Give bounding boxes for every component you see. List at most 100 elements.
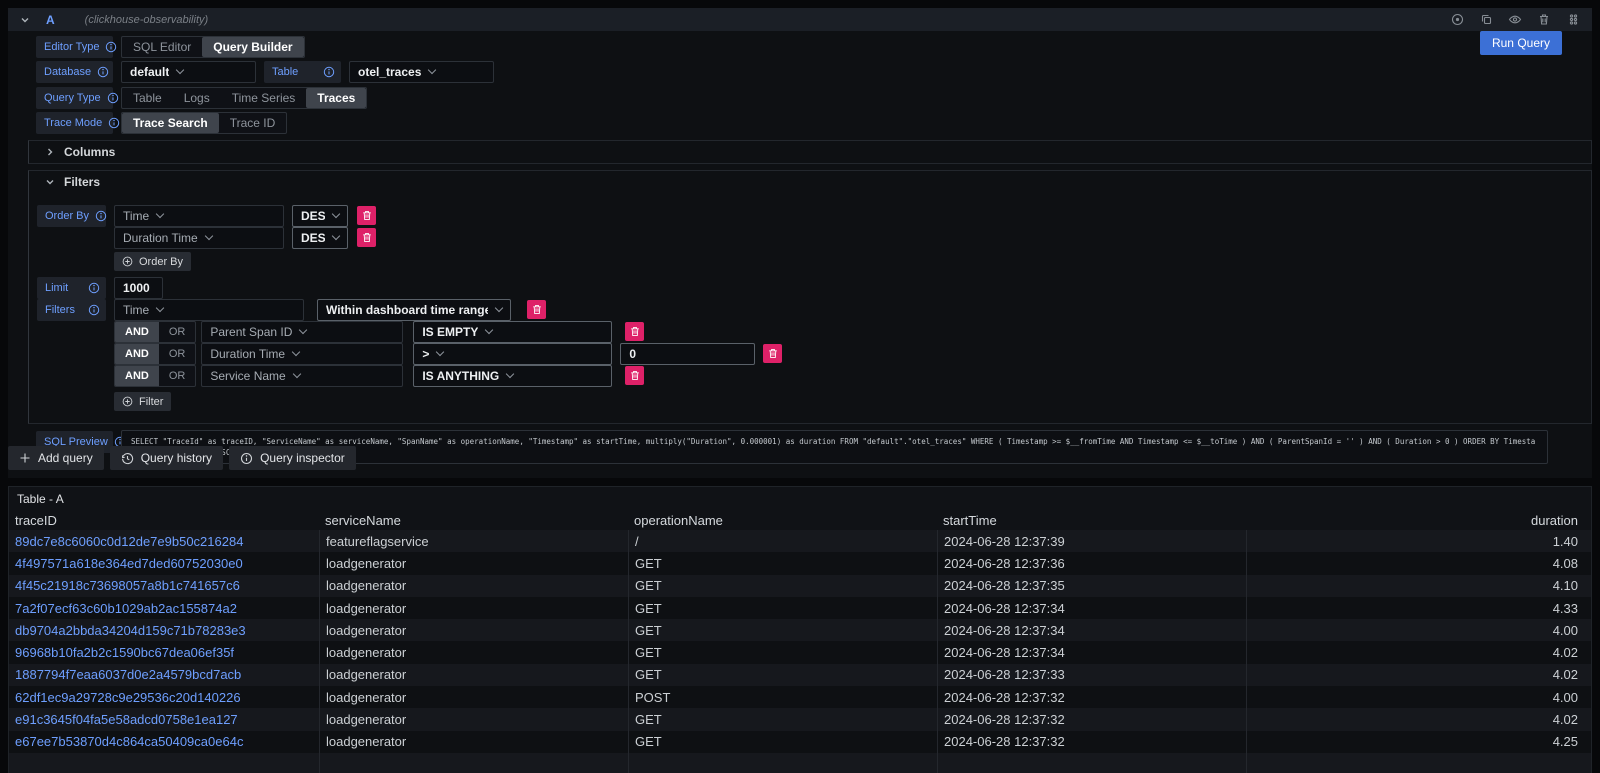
remove-condition-button[interactable] — [763, 344, 782, 363]
or-option[interactable]: OR — [159, 322, 196, 342]
order-by-direction-select[interactable]: DESC — [292, 227, 348, 249]
tab-logs[interactable]: Logs — [173, 88, 221, 108]
or-option[interactable]: OR — [159, 366, 196, 386]
limit-input[interactable] — [114, 277, 163, 299]
table-cell — [937, 753, 1246, 773]
table-cell: 4.00 — [1246, 619, 1591, 641]
trace-id-link[interactable]: 62df1ec9a29728c9e29536c20d140226 — [9, 690, 319, 705]
info-icon[interactable] — [108, 117, 120, 129]
condition-field-select[interactable]: Duration Time — [201, 343, 403, 365]
column-header-traceid[interactable]: traceID — [9, 513, 319, 528]
column-header-servicename[interactable]: serviceName — [319, 513, 628, 528]
condition-field-select[interactable]: Parent Span ID — [201, 321, 403, 343]
info-icon[interactable] — [88, 304, 100, 316]
query-inspector-button[interactable]: Query inspector — [229, 446, 356, 470]
trace-id-link[interactable]: e67ee7b53870d4c864ca50409ca0e64c — [9, 734, 319, 749]
table-row: db9704a2bbda34204d159c71b78283e3loadgene… — [9, 619, 1591, 641]
run-query-button[interactable]: Run Query — [1480, 31, 1562, 55]
table-cell: 2024-06-28 12:37:32 — [937, 686, 1246, 708]
filter-condition-row: AND OR Service Name IS ANYTHING — [114, 365, 1591, 386]
order-by-label-chip: Order By — [37, 205, 106, 227]
condition-operator-select[interactable]: > — [413, 343, 612, 365]
table-label-chip: Table — [264, 61, 341, 83]
and-option[interactable]: AND — [115, 322, 159, 342]
filters-section-header[interactable]: Filters — [29, 171, 1591, 193]
drag-handle-icon[interactable] — [1566, 13, 1580, 27]
trace-mode-segmented: Trace Search Trace ID — [121, 112, 287, 134]
table-cell: 4.02 — [1246, 664, 1591, 686]
info-icon[interactable] — [105, 41, 117, 53]
table-row: e67ee7b53870d4c864ca50409ca0e64cloadgene… — [9, 731, 1591, 753]
condition-operator-select[interactable]: IS EMPTY — [413, 321, 612, 343]
tab-trace-id[interactable]: Trace ID — [219, 113, 287, 133]
or-option[interactable]: OR — [159, 344, 196, 364]
remove-filter-button[interactable] — [527, 300, 546, 319]
info-icon[interactable] — [97, 66, 109, 78]
trace-id-link[interactable]: 7a2f07ecf63c60b1029ab2ac155874a2 — [9, 601, 319, 616]
tab-time-series[interactable]: Time Series — [221, 88, 307, 108]
query-type-label: Query Type — [44, 92, 101, 104]
and-option[interactable]: AND — [115, 344, 159, 364]
condition-value-input[interactable] — [620, 343, 755, 365]
collapse-chevron-icon[interactable] — [20, 15, 30, 25]
trace-id-link[interactable]: 4f45c21918c73698057a8b1c741657c6 — [9, 578, 319, 593]
order-by-direction-select[interactable]: DESC — [292, 205, 348, 227]
condition-field-select[interactable]: Service Name — [201, 365, 403, 387]
remove-order-by-button[interactable] — [357, 228, 376, 247]
column-header-starttime[interactable]: startTime — [937, 513, 1246, 528]
trace-id-link[interactable]: db9704a2bbda34204d159c71b78283e3 — [9, 623, 319, 638]
help-icon[interactable] — [1450, 13, 1464, 27]
history-icon — [121, 452, 134, 465]
info-icon[interactable] — [88, 282, 100, 294]
add-query-label: Add query — [38, 451, 93, 465]
hide-response-icon[interactable] — [1508, 13, 1522, 27]
table-cell: GET — [628, 708, 937, 730]
trace-id-link[interactable]: 1887794f7eaa6037d0e2a4579bcd7acb — [9, 667, 319, 682]
add-order-by-button[interactable]: Order By — [114, 252, 191, 271]
trace-id-link[interactable]: 96968b10fa2b2c1590bc67dea06ef35f — [9, 645, 319, 660]
filter-field-select[interactable]: Time — [114, 299, 304, 321]
info-icon[interactable] — [107, 92, 119, 104]
remove-condition-button[interactable] — [625, 366, 644, 385]
chevron-down-icon — [292, 369, 300, 377]
query-row-header: A (clickhouse-observability) — [8, 8, 1592, 31]
tab-table[interactable]: Table — [122, 88, 173, 108]
trace-mode-label-chip: Trace Mode — [36, 112, 113, 134]
remove-query-icon[interactable] — [1537, 13, 1551, 27]
chevron-down-icon — [332, 231, 340, 239]
table-select[interactable]: otel_traces — [349, 61, 494, 83]
table-row: 1887794f7eaa6037d0e2a4579bcd7acbloadgene… — [9, 664, 1591, 686]
tab-query-builder[interactable]: Query Builder — [202, 37, 303, 57]
and-option[interactable]: AND — [115, 366, 159, 386]
tab-traces[interactable]: Traces — [306, 88, 366, 108]
query-type-label-chip: Query Type — [36, 87, 113, 109]
panel-title[interactable]: Table - A — [9, 487, 1591, 510]
trace-id-link[interactable]: 4f497571a618e364ed7ded60752030e0 — [9, 556, 319, 571]
column-header-operationname[interactable]: operationName — [628, 513, 937, 528]
filter-operator-select[interactable]: Within dashboard time range — [317, 299, 511, 321]
remove-order-by-button[interactable] — [357, 206, 376, 225]
filters-label: Filters — [45, 304, 75, 316]
info-icon[interactable] — [323, 66, 335, 78]
tab-trace-search[interactable]: Trace Search — [122, 113, 219, 133]
order-by-row-2: Duration Time DESC — [37, 227, 1591, 248]
filters-section: Filters Order By Time DESC — [28, 170, 1592, 424]
column-header-duration[interactable]: duration — [1246, 513, 1591, 528]
order-by-field-select[interactable]: Duration Time — [114, 227, 284, 249]
add-filter-button[interactable]: Filter — [114, 392, 171, 411]
trace-id-link[interactable]: 89dc7e8c6060c0d12de7e9b50c216284 — [9, 534, 319, 549]
table-cell: 4.00 — [1246, 686, 1591, 708]
duplicate-icon[interactable] — [1479, 13, 1493, 27]
table-cell: 4.02 — [1246, 708, 1591, 730]
query-history-button[interactable]: Query history — [110, 446, 223, 470]
tab-sql-editor[interactable]: SQL Editor — [122, 37, 202, 57]
database-select[interactable]: default — [121, 61, 256, 83]
chevron-down-icon — [428, 66, 436, 74]
add-query-button[interactable]: Add query — [8, 446, 104, 470]
columns-section-header[interactable]: Columns — [29, 141, 1591, 163]
remove-condition-button[interactable] — [625, 322, 644, 341]
order-by-field-select[interactable]: Time — [114, 205, 284, 227]
info-icon[interactable] — [95, 210, 107, 222]
trace-id-link[interactable]: e91c3645f04fa5e58adcd0758e1ea127 — [9, 712, 319, 727]
condition-operator-select[interactable]: IS ANYTHING — [413, 365, 612, 387]
